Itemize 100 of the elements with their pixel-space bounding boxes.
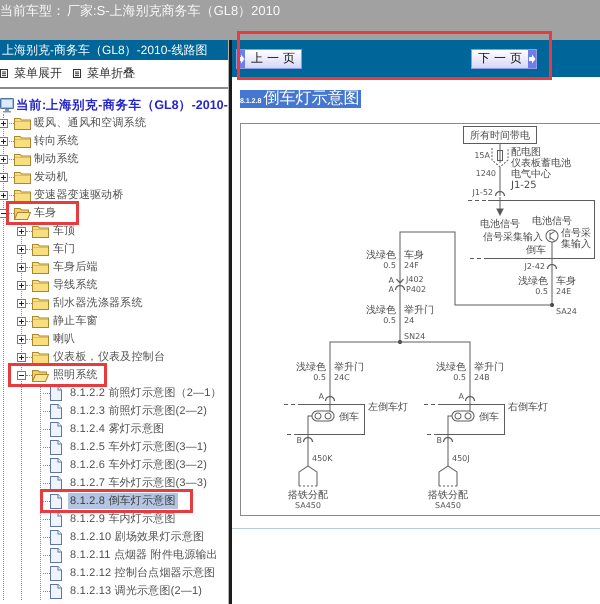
tree-item[interactable]: 8.1.2.8 倒车灯示意图 [68, 493, 178, 509]
folder-icon [32, 332, 49, 346]
folder-icon [14, 170, 31, 184]
tree-item[interactable]: 车顶 [53, 223, 76, 239]
expand-icon[interactable] [17, 334, 26, 344]
pin-label: A [458, 392, 464, 401]
folder-icon [14, 188, 31, 202]
document-icon [50, 530, 62, 544]
tree-item[interactable]: 8.1.2.3 前照灯示意图(2—2) [68, 403, 210, 419]
module-input-label: 信号采 集输入 [561, 228, 591, 250]
expand-icon[interactable] [17, 244, 26, 254]
toolbar-link[interactable]: 菜单折叠 [73, 65, 135, 82]
power-source-label: 所有时间带电 [463, 126, 537, 144]
wire-color-label: 浅绿色 [296, 362, 326, 373]
document-icon [50, 422, 62, 436]
tree-item[interactable]: 车身后端 [53, 259, 98, 275]
tree-item[interactable]: 变速器变速驱动桥 [34, 187, 124, 203]
wire-gauge-label: 0.5 [383, 316, 396, 325]
connector-label: J1-52 [472, 188, 493, 197]
computer-icon [0, 98, 14, 112]
tree-item[interactable]: 静止车窗 [53, 313, 98, 329]
tree-item[interactable]: 车门 [53, 241, 76, 257]
expand-icon[interactable] [0, 172, 8, 182]
tree-item[interactable]: 8.1.2.5 车外灯示意图(3—1) [68, 439, 210, 455]
document-icon [50, 512, 62, 526]
circuit-label: 450K [312, 454, 333, 463]
tree-item[interactable]: 导线系统 [53, 277, 98, 293]
folder-icon [32, 296, 49, 310]
tree-item[interactable]: 刮水器洗涤器系统 [53, 295, 143, 311]
expand-icon[interactable] [0, 118, 8, 128]
fuse-rating-label: 15A [474, 151, 490, 160]
splice-icon [550, 303, 554, 307]
transistor-icon [546, 230, 558, 242]
document-icon [50, 494, 62, 508]
pin-label: B [296, 436, 302, 445]
splice-label: SA24 [556, 307, 577, 316]
expand-icon[interactable] [17, 352, 26, 362]
circuit-label: 24 [404, 316, 414, 325]
wire-gauge-label: 0.5 [313, 373, 326, 382]
expand-icon[interactable] [0, 136, 8, 146]
tree-item[interactable]: 8.1.2.9 车内灯示意图 [68, 511, 178, 527]
harness-label: 举升门 [334, 362, 364, 373]
input-arrow [496, 196, 504, 216]
tree-item[interactable]: 8.1.2.12 控制台点烟器示意图 [68, 565, 218, 581]
splice-icon [398, 340, 402, 344]
wire [308, 416, 312, 466]
tree-item[interactable]: 车身 [34, 205, 56, 221]
connector-label: P402 [406, 285, 426, 294]
tree-item[interactable]: 8.1.2.10 剧场效果灯示意图 [68, 529, 206, 545]
harness-label: 车身 [404, 250, 424, 261]
wire-color-label: 浅绿色 [518, 276, 548, 287]
tree-item[interactable]: 喇叭 [53, 331, 76, 347]
tree-item[interactable]: 仪表板，仪表及控制台 [53, 349, 165, 365]
splice-label: SN24 [404, 332, 426, 341]
sidebar-header: 上海别克-商务车（GL8）-2010-线路图 [0, 40, 228, 60]
folder-icon [32, 278, 49, 292]
expand-icon[interactable] [17, 262, 26, 272]
folder-icon [32, 350, 49, 364]
module-function-label: 倒车 [526, 245, 546, 256]
signal-label: 电池信号 [532, 216, 572, 227]
tree-root-label: 当前:上海别克-商务车（GL8）-2010- [16, 96, 228, 114]
tree-item[interactable]: 8.1.2.11 点烟器 附件电源输出 [68, 547, 220, 563]
splice-label: SA450 [295, 501, 321, 510]
expand-icon[interactable] [0, 154, 8, 164]
fuse-icon [492, 148, 508, 168]
toolbar-link[interactable]: 菜单展开 [0, 65, 62, 82]
module-input-label: 信号采集输入 [483, 232, 543, 243]
expand-icon[interactable] [0, 190, 8, 200]
tree-item[interactable]: 照明系统 [53, 367, 98, 383]
expand-icon[interactable] [17, 316, 26, 326]
wire [448, 416, 452, 466]
previous-page-button[interactable]: 上一页 [236, 48, 302, 68]
connector-icon [442, 436, 454, 442]
section-title: 倒车灯示意图 [263, 90, 360, 108]
expand-icon[interactable] [17, 280, 26, 290]
expand-icon[interactable] [17, 226, 26, 236]
collapse-icon[interactable] [17, 370, 26, 380]
next-page-button[interactable]: 下一页 [471, 48, 537, 68]
circuit-label: 24C [334, 373, 350, 382]
folder-icon [32, 260, 49, 274]
connector-label: J402 [406, 275, 424, 284]
tree-item[interactable]: 转向系统 [34, 133, 79, 149]
tree-item[interactable]: 发动机 [34, 169, 68, 185]
tree-item[interactable]: 制动系统 [34, 151, 79, 167]
lamp-name-label: 右倒车灯 [508, 402, 548, 413]
document-icon [50, 386, 62, 400]
pin-label: A [388, 276, 394, 285]
lamp-icon [312, 410, 334, 422]
tree-item[interactable]: 8.1.2.13 调光示意图(2—1) [68, 583, 204, 599]
tree-item[interactable]: 8.1.2.4 雾灯示意图 [68, 421, 166, 437]
tree-item[interactable]: 暖风、通风和空调系统 [34, 115, 146, 131]
open-folder-icon [32, 368, 49, 382]
folder-icon [14, 134, 31, 148]
expand-icon[interactable] [17, 298, 26, 308]
wire-gauge-label: 0.5 [453, 373, 466, 382]
tree-item[interactable]: 8.1.2.7 车外灯示意图(3—3) [68, 475, 210, 491]
document-icon [50, 566, 62, 580]
lamp-function-label: 倒车 [479, 412, 499, 423]
tree-item[interactable]: 8.1.2.6 车外灯示意图(3—2) [68, 457, 210, 473]
tree-item[interactable]: 8.1.2.2 前照灯示意图（2—1） [68, 385, 224, 401]
